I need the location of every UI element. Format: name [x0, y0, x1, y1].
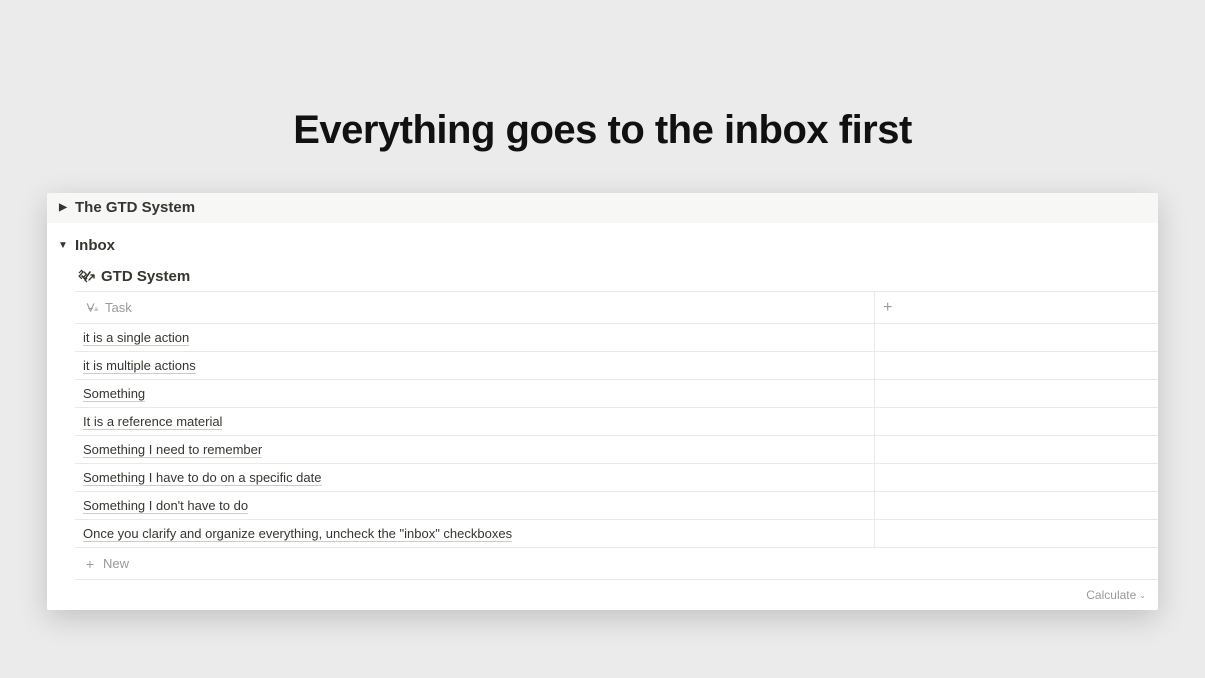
task-cell[interactable]: It is a reference material	[75, 408, 875, 435]
task-cell[interactable]: it is multiple actions	[75, 352, 875, 379]
empty-cell[interactable]	[875, 436, 1158, 463]
new-row-label: New	[103, 556, 129, 571]
toggle-inbox-label: Inbox	[75, 237, 115, 254]
task-text: it is a single action	[83, 330, 189, 346]
inbox-content: GTD System a Task +	[47, 261, 1158, 610]
task-cell[interactable]: Something	[75, 380, 875, 407]
toggle-inbox[interactable]: ▼ Inbox	[47, 231, 1158, 261]
empty-cell[interactable]	[875, 324, 1158, 351]
empty-cell[interactable]	[875, 492, 1158, 519]
new-row-button[interactable]: + New	[75, 548, 1158, 580]
toggle-gtd-label: The GTD System	[75, 199, 195, 216]
check-arrow-icon	[79, 267, 97, 285]
empty-cell[interactable]	[875, 520, 1158, 547]
table-row[interactable]: Something I need to remember	[75, 436, 1158, 464]
svg-text:a: a	[94, 306, 98, 313]
calculate-label: Calculate	[1086, 588, 1136, 602]
table-row[interactable]: Something I don't have to do	[75, 492, 1158, 520]
task-text: Something	[83, 386, 145, 402]
add-column-button[interactable]: +	[875, 292, 1158, 323]
table-row[interactable]: it is a single action	[75, 324, 1158, 352]
table-header-row: a Task +	[75, 292, 1158, 324]
table-row[interactable]: It is a reference material	[75, 408, 1158, 436]
text-property-icon: a	[83, 300, 99, 316]
empty-cell[interactable]	[875, 352, 1158, 379]
task-cell[interactable]: Something I need to remember	[75, 436, 875, 463]
task-cell[interactable]: Once you clarify and organize everything…	[75, 520, 875, 547]
task-text: It is a reference material	[83, 414, 222, 430]
task-cell[interactable]: it is a single action	[75, 324, 875, 351]
table-row[interactable]: Something I have to do on a specific dat…	[75, 464, 1158, 492]
column-header-task[interactable]: a Task	[75, 292, 875, 323]
empty-cell[interactable]	[875, 380, 1158, 407]
table-footer: Calculate ⌄	[75, 580, 1158, 610]
triangle-right-icon: ▶	[55, 202, 71, 213]
database-title-row[interactable]: GTD System	[75, 261, 1158, 291]
calculate-button[interactable]: Calculate ⌄	[875, 580, 1158, 610]
table-row[interactable]: Something	[75, 380, 1158, 408]
task-text: Something I need to remember	[83, 442, 262, 458]
database-title: GTD System	[101, 268, 190, 285]
task-cell[interactable]: Something I have to do on a specific dat…	[75, 464, 875, 491]
empty-cell[interactable]	[875, 408, 1158, 435]
database-table: a Task + it is a single action it is mult…	[75, 291, 1158, 610]
task-text: Something I have to do on a specific dat…	[83, 470, 322, 486]
task-cell[interactable]: Something I don't have to do	[75, 492, 875, 519]
triangle-down-icon: ▼	[55, 240, 71, 251]
chevron-down-icon: ⌄	[1139, 591, 1146, 600]
plus-icon: +	[883, 300, 892, 316]
table-row[interactable]: Once you clarify and organize everything…	[75, 520, 1158, 548]
task-text: Once you clarify and organize everything…	[83, 526, 512, 542]
table-row[interactable]: it is multiple actions	[75, 352, 1158, 380]
page-title: Everything goes to the inbox first	[0, 0, 1205, 193]
toggle-gtd-system[interactable]: ▶ The GTD System	[47, 193, 1158, 223]
task-text: it is multiple actions	[83, 358, 196, 374]
column-header-label: Task	[105, 300, 132, 315]
notion-card: ▶ The GTD System ▼ Inbox	[47, 193, 1158, 610]
task-text: Something I don't have to do	[83, 498, 248, 514]
plus-icon: +	[83, 557, 97, 571]
empty-cell[interactable]	[875, 464, 1158, 491]
